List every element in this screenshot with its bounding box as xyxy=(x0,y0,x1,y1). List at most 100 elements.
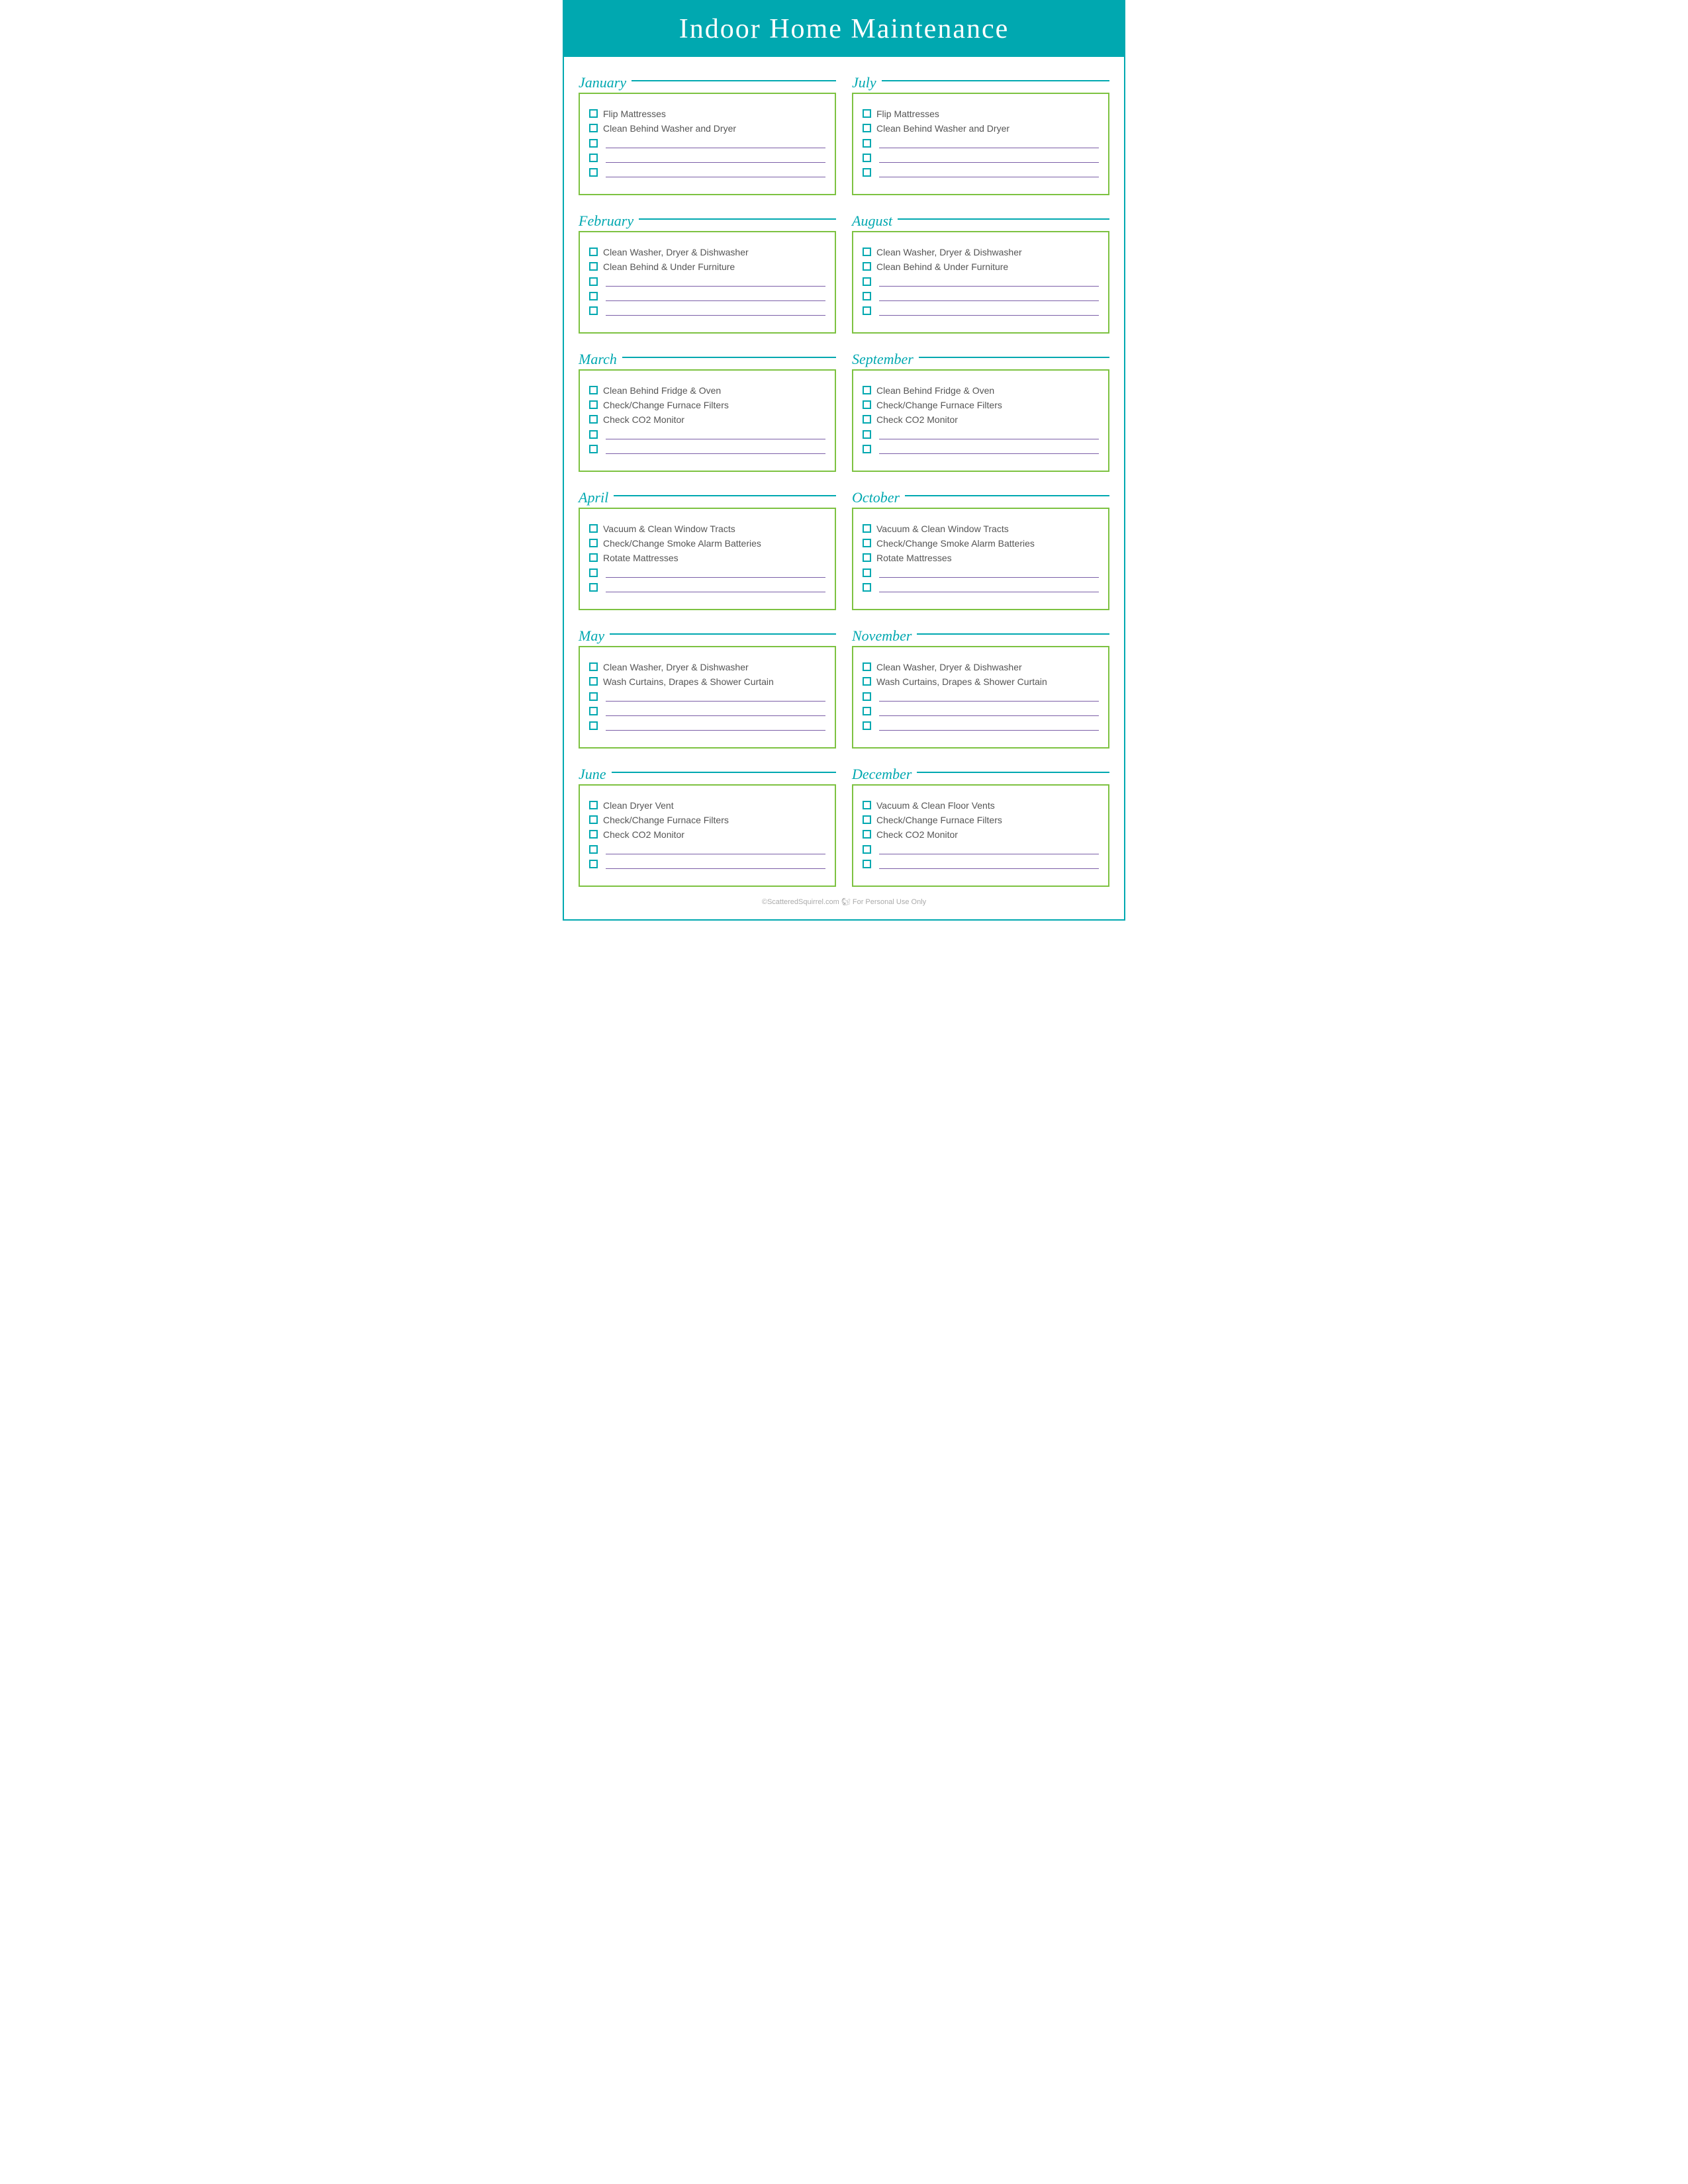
blank-line[interactable] xyxy=(863,291,1099,301)
blank-line[interactable] xyxy=(589,305,825,316)
checkbox-icon[interactable] xyxy=(589,400,598,409)
checkbox-icon[interactable] xyxy=(863,524,871,533)
task-item[interactable]: Check/Change Smoke Alarm Batteries xyxy=(589,538,825,549)
blank-line[interactable] xyxy=(863,858,1099,869)
task-item[interactable]: Check CO2 Monitor xyxy=(589,829,825,840)
checkbox-icon[interactable] xyxy=(589,430,598,439)
checkbox-icon[interactable] xyxy=(589,539,598,547)
checkbox-icon[interactable] xyxy=(589,830,598,839)
blank-line[interactable] xyxy=(589,152,825,163)
task-item[interactable]: Clean Behind Washer and Dryer xyxy=(589,123,825,134)
blank-line[interactable] xyxy=(863,276,1099,287)
task-item[interactable]: Vacuum & Clean Window Tracts xyxy=(589,523,825,534)
checkbox-icon[interactable] xyxy=(589,248,598,256)
checkbox-icon[interactable] xyxy=(589,524,598,533)
task-item[interactable]: Clean Washer, Dryer & Dishwasher xyxy=(589,662,825,672)
checkbox-icon[interactable] xyxy=(863,445,871,453)
task-item[interactable]: Clean Behind Washer and Dryer xyxy=(863,123,1099,134)
checkbox-icon[interactable] xyxy=(589,677,598,686)
blank-line[interactable] xyxy=(589,429,825,439)
blank-line[interactable] xyxy=(863,582,1099,592)
checkbox-icon[interactable] xyxy=(589,583,598,592)
blank-line[interactable] xyxy=(863,152,1099,163)
checkbox-icon[interactable] xyxy=(863,386,871,394)
blank-line[interactable] xyxy=(589,138,825,148)
task-item[interactable]: Clean Behind Fridge & Oven xyxy=(863,385,1099,396)
blank-line[interactable] xyxy=(863,691,1099,702)
checkbox-icon[interactable] xyxy=(589,306,598,315)
task-item[interactable]: Check/Change Furnace Filters xyxy=(863,400,1099,410)
blank-line[interactable] xyxy=(589,167,825,177)
blank-line[interactable] xyxy=(863,305,1099,316)
checkbox-icon[interactable] xyxy=(589,124,598,132)
checkbox-icon[interactable] xyxy=(863,707,871,715)
task-item[interactable]: Rotate Mattresses xyxy=(863,553,1099,563)
checkbox-icon[interactable] xyxy=(589,292,598,300)
checkbox-icon[interactable] xyxy=(589,721,598,730)
checkbox-icon[interactable] xyxy=(589,692,598,701)
checkbox-icon[interactable] xyxy=(863,677,871,686)
checkbox-icon[interactable] xyxy=(589,415,598,424)
task-item[interactable]: Wash Curtains, Drapes & Shower Curtain xyxy=(589,676,825,687)
task-item[interactable]: Clean Behind & Under Furniture xyxy=(863,261,1099,272)
checkbox-icon[interactable] xyxy=(863,154,871,162)
checkbox-icon[interactable] xyxy=(589,154,598,162)
blank-line[interactable] xyxy=(589,291,825,301)
checkbox-icon[interactable] xyxy=(589,109,598,118)
task-item[interactable]: Check CO2 Monitor xyxy=(589,414,825,425)
checkbox-icon[interactable] xyxy=(863,139,871,148)
task-item[interactable]: Clean Washer, Dryer & Dishwasher xyxy=(863,247,1099,257)
task-item[interactable]: Clean Behind & Under Furniture xyxy=(589,261,825,272)
task-item[interactable]: Check/Change Furnace Filters xyxy=(589,815,825,825)
checkbox-icon[interactable] xyxy=(863,262,871,271)
checkbox-icon[interactable] xyxy=(863,801,871,809)
checkbox-icon[interactable] xyxy=(589,139,598,148)
task-item[interactable]: Vacuum & Clean Floor Vents xyxy=(863,800,1099,811)
task-item[interactable]: Check/Change Smoke Alarm Batteries xyxy=(863,538,1099,549)
blank-line[interactable] xyxy=(589,858,825,869)
checkbox-icon[interactable] xyxy=(863,860,871,868)
blank-line[interactable] xyxy=(863,720,1099,731)
task-item[interactable]: Check/Change Furnace Filters xyxy=(863,815,1099,825)
checkbox-icon[interactable] xyxy=(863,168,871,177)
blank-line[interactable] xyxy=(589,720,825,731)
checkbox-icon[interactable] xyxy=(863,277,871,286)
checkbox-icon[interactable] xyxy=(863,721,871,730)
checkbox-icon[interactable] xyxy=(589,168,598,177)
checkbox-icon[interactable] xyxy=(863,306,871,315)
checkbox-icon[interactable] xyxy=(589,860,598,868)
blank-line[interactable] xyxy=(589,705,825,716)
checkbox-icon[interactable] xyxy=(863,553,871,562)
task-item[interactable]: Vacuum & Clean Window Tracts xyxy=(863,523,1099,534)
task-item[interactable]: Wash Curtains, Drapes & Shower Curtain xyxy=(863,676,1099,687)
blank-line[interactable] xyxy=(589,443,825,454)
blank-line[interactable] xyxy=(863,705,1099,716)
blank-line[interactable] xyxy=(589,691,825,702)
task-item[interactable]: Flip Mattresses xyxy=(863,109,1099,119)
blank-line[interactable] xyxy=(863,567,1099,578)
task-item[interactable]: Clean Washer, Dryer & Dishwasher xyxy=(589,247,825,257)
checkbox-icon[interactable] xyxy=(589,845,598,854)
checkbox-icon[interactable] xyxy=(589,277,598,286)
checkbox-icon[interactable] xyxy=(863,292,871,300)
checkbox-icon[interactable] xyxy=(589,801,598,809)
task-item[interactable]: Check/Change Furnace Filters xyxy=(589,400,825,410)
task-item[interactable]: Clean Behind Fridge & Oven xyxy=(589,385,825,396)
checkbox-icon[interactable] xyxy=(863,815,871,824)
checkbox-icon[interactable] xyxy=(863,662,871,671)
task-item[interactable]: Flip Mattresses xyxy=(589,109,825,119)
checkbox-icon[interactable] xyxy=(863,845,871,854)
checkbox-icon[interactable] xyxy=(863,415,871,424)
task-item[interactable]: Check CO2 Monitor xyxy=(863,414,1099,425)
blank-line[interactable] xyxy=(863,844,1099,854)
blank-line[interactable] xyxy=(589,582,825,592)
checkbox-icon[interactable] xyxy=(589,445,598,453)
checkbox-icon[interactable] xyxy=(863,400,871,409)
task-item[interactable]: Clean Dryer Vent xyxy=(589,800,825,811)
blank-line[interactable] xyxy=(589,844,825,854)
checkbox-icon[interactable] xyxy=(589,707,598,715)
checkbox-icon[interactable] xyxy=(589,386,598,394)
task-item[interactable]: Rotate Mattresses xyxy=(589,553,825,563)
task-item[interactable]: Check CO2 Monitor xyxy=(863,829,1099,840)
blank-line[interactable] xyxy=(863,167,1099,177)
